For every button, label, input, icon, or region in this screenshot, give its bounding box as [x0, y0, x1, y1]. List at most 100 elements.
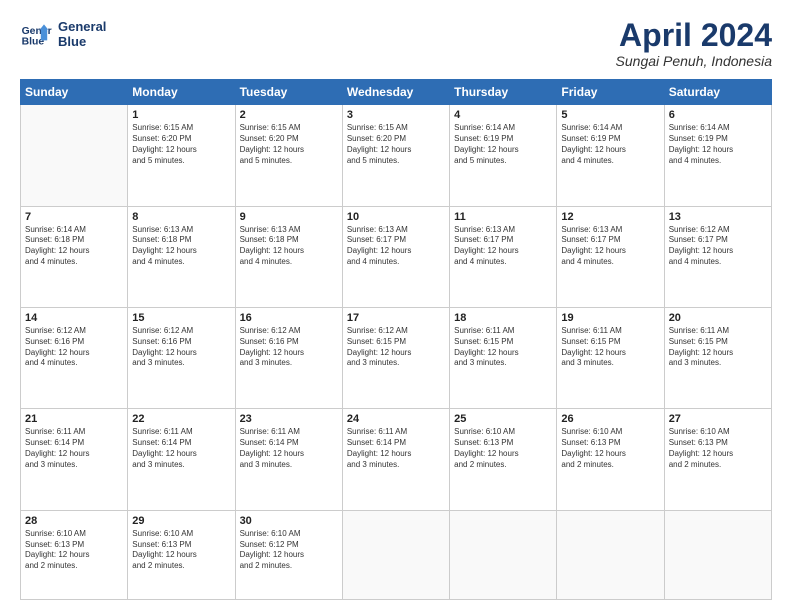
day-info: Sunrise: 6:12 AM Sunset: 6:16 PM Dayligh… — [240, 326, 338, 369]
day-info: Sunrise: 6:14 AM Sunset: 6:19 PM Dayligh… — [669, 123, 767, 166]
day-info: Sunrise: 6:12 AM Sunset: 6:16 PM Dayligh… — [132, 326, 230, 369]
day-info: Sunrise: 6:11 AM Sunset: 6:15 PM Dayligh… — [669, 326, 767, 369]
day-info: Sunrise: 6:10 AM Sunset: 6:12 PM Dayligh… — [240, 529, 338, 572]
day-number: 27 — [669, 413, 767, 425]
main-title: April 2024 — [616, 18, 772, 53]
weekday-header: Sunday — [21, 80, 128, 105]
day-info: Sunrise: 6:13 AM Sunset: 6:18 PM Dayligh… — [240, 225, 338, 268]
day-info: Sunrise: 6:11 AM Sunset: 6:14 PM Dayligh… — [347, 427, 445, 470]
calendar-cell: 23Sunrise: 6:11 AM Sunset: 6:14 PM Dayli… — [235, 409, 342, 510]
day-info: Sunrise: 6:13 AM Sunset: 6:18 PM Dayligh… — [132, 225, 230, 268]
day-info: Sunrise: 6:11 AM Sunset: 6:14 PM Dayligh… — [25, 427, 123, 470]
day-number: 13 — [669, 211, 767, 223]
logo: General Blue General Blue — [20, 18, 106, 50]
day-number: 2 — [240, 109, 338, 121]
weekday-header: Wednesday — [342, 80, 449, 105]
calendar-cell: 3 Sunrise: 6:15 AM Sunset: 6:20 PM Daylig… — [342, 105, 449, 206]
calendar-cell: 26Sunrise: 6:10 AM Sunset: 6:13 PM Dayli… — [557, 409, 664, 510]
calendar-cell: 11Sunrise: 6:13 AM Sunset: 6:17 PM Dayli… — [450, 206, 557, 307]
day-number: 19 — [561, 312, 659, 324]
calendar-cell: 19 Sunrise: 6:11 AM Sunset: 6:15 PM Dayli… — [557, 308, 664, 409]
calendar-cell: 6 Sunrise: 6:14 AM Sunset: 6:19 PM Daylig… — [664, 105, 771, 206]
day-number: 5 — [561, 109, 659, 121]
day-number: 29 — [132, 515, 230, 527]
calendar-cell — [21, 105, 128, 206]
calendar-cell: 2 Sunrise: 6:15 AM Sunset: 6:20 PM Daylig… — [235, 105, 342, 206]
day-number: 15 — [132, 312, 230, 324]
calendar-cell: 20 Sunrise: 6:11 AM Sunset: 6:15 PM Dayli… — [664, 308, 771, 409]
day-number: 4 — [454, 109, 552, 121]
day-number: 1 — [132, 109, 230, 121]
day-number: 28 — [25, 515, 123, 527]
calendar-cell: 9 Sunrise: 6:13 AM Sunset: 6:18 PM Daylig… — [235, 206, 342, 307]
day-info: Sunrise: 6:14 AM Sunset: 6:19 PM Dayligh… — [454, 123, 552, 166]
day-info: Sunrise: 6:10 AM Sunset: 6:13 PM Dayligh… — [132, 529, 230, 572]
calendar-cell: 28 Sunrise: 6:10 AM Sunset: 6:13 PM Dayli… — [21, 510, 128, 599]
day-number: 6 — [669, 109, 767, 121]
day-number: 9 — [240, 211, 338, 223]
calendar-cell: 21Sunrise: 6:11 AM Sunset: 6:14 PM Dayli… — [21, 409, 128, 510]
calendar-week-row: 7 Sunrise: 6:14 AM Sunset: 6:18 PM Daylig… — [21, 206, 772, 307]
day-info: Sunrise: 6:15 AM Sunset: 6:20 PM Dayligh… — [347, 123, 445, 166]
weekday-header: Monday — [128, 80, 235, 105]
day-info: Sunrise: 6:13 AM Sunset: 6:17 PM Dayligh… — [454, 225, 552, 268]
day-number: 14 — [25, 312, 123, 324]
calendar-cell: 7 Sunrise: 6:14 AM Sunset: 6:18 PM Daylig… — [21, 206, 128, 307]
calendar-week-row: 1 Sunrise: 6:15 AM Sunset: 6:20 PM Daylig… — [21, 105, 772, 206]
day-info: Sunrise: 6:10 AM Sunset: 6:13 PM Dayligh… — [454, 427, 552, 470]
logo-general: General — [58, 19, 106, 34]
calendar-cell: 5 Sunrise: 6:14 AM Sunset: 6:19 PM Daylig… — [557, 105, 664, 206]
weekday-header: Friday — [557, 80, 664, 105]
calendar-header-row: SundayMondayTuesdayWednesdayThursdayFrid… — [21, 80, 772, 105]
day-info: Sunrise: 6:10 AM Sunset: 6:13 PM Dayligh… — [25, 529, 123, 572]
calendar-cell: 8 Sunrise: 6:13 AM Sunset: 6:18 PM Daylig… — [128, 206, 235, 307]
calendar-cell: 27 Sunrise: 6:10 AM Sunset: 6:13 PM Dayli… — [664, 409, 771, 510]
day-number: 26 — [561, 413, 659, 425]
day-info: Sunrise: 6:10 AM Sunset: 6:13 PM Dayligh… — [669, 427, 767, 470]
logo-icon: General Blue — [20, 18, 52, 50]
calendar-cell: 1 Sunrise: 6:15 AM Sunset: 6:20 PM Daylig… — [128, 105, 235, 206]
calendar-cell: 17 Sunrise: 6:12 AM Sunset: 6:15 PM Dayli… — [342, 308, 449, 409]
weekday-header: Saturday — [664, 80, 771, 105]
day-info: Sunrise: 6:12 AM Sunset: 6:17 PM Dayligh… — [669, 225, 767, 268]
day-number: 16 — [240, 312, 338, 324]
day-info: Sunrise: 6:12 AM Sunset: 6:16 PM Dayligh… — [25, 326, 123, 369]
day-info: Sunrise: 6:13 AM Sunset: 6:17 PM Dayligh… — [347, 225, 445, 268]
day-info: Sunrise: 6:14 AM Sunset: 6:18 PM Dayligh… — [25, 225, 123, 268]
day-info: Sunrise: 6:11 AM Sunset: 6:15 PM Dayligh… — [561, 326, 659, 369]
day-info: Sunrise: 6:15 AM Sunset: 6:20 PM Dayligh… — [240, 123, 338, 166]
day-number: 24 — [347, 413, 445, 425]
day-number: 30 — [240, 515, 338, 527]
day-number: 3 — [347, 109, 445, 121]
day-number: 7 — [25, 211, 123, 223]
calendar-cell: 30 Sunrise: 6:10 AM Sunset: 6:12 PM Dayli… — [235, 510, 342, 599]
weekday-header: Thursday — [450, 80, 557, 105]
day-number: 10 — [347, 211, 445, 223]
calendar-week-row: 28 Sunrise: 6:10 AM Sunset: 6:13 PM Dayli… — [21, 510, 772, 599]
day-info: Sunrise: 6:11 AM Sunset: 6:15 PM Dayligh… — [454, 326, 552, 369]
day-number: 12 — [561, 211, 659, 223]
calendar-cell: 13 Sunrise: 6:12 AM Sunset: 6:17 PM Dayli… — [664, 206, 771, 307]
calendar-cell — [557, 510, 664, 599]
page: General Blue General Blue April 2024 Sun… — [0, 0, 792, 612]
day-info: Sunrise: 6:12 AM Sunset: 6:15 PM Dayligh… — [347, 326, 445, 369]
day-number: 25 — [454, 413, 552, 425]
calendar-cell: 29 Sunrise: 6:10 AM Sunset: 6:13 PM Dayli… — [128, 510, 235, 599]
day-number: 23 — [240, 413, 338, 425]
weekday-header: Tuesday — [235, 80, 342, 105]
calendar-cell: 14 Sunrise: 6:12 AM Sunset: 6:16 PM Dayli… — [21, 308, 128, 409]
day-number: 20 — [669, 312, 767, 324]
day-info: Sunrise: 6:14 AM Sunset: 6:19 PM Dayligh… — [561, 123, 659, 166]
calendar-cell — [450, 510, 557, 599]
title-block: April 2024 Sungai Penuh, Indonesia — [616, 18, 772, 69]
calendar-cell: 15 Sunrise: 6:12 AM Sunset: 6:16 PM Dayli… — [128, 308, 235, 409]
day-info: Sunrise: 6:15 AM Sunset: 6:20 PM Dayligh… — [132, 123, 230, 166]
calendar-cell: 12Sunrise: 6:13 AM Sunset: 6:17 PM Dayli… — [557, 206, 664, 307]
calendar-week-row: 14 Sunrise: 6:12 AM Sunset: 6:16 PM Dayli… — [21, 308, 772, 409]
calendar-cell: 24 Sunrise: 6:11 AM Sunset: 6:14 PM Dayli… — [342, 409, 449, 510]
svg-text:General: General — [22, 26, 52, 37]
day-number: 8 — [132, 211, 230, 223]
calendar-week-row: 21Sunrise: 6:11 AM Sunset: 6:14 PM Dayli… — [21, 409, 772, 510]
calendar-cell: 4 Sunrise: 6:14 AM Sunset: 6:19 PM Daylig… — [450, 105, 557, 206]
day-number: 17 — [347, 312, 445, 324]
